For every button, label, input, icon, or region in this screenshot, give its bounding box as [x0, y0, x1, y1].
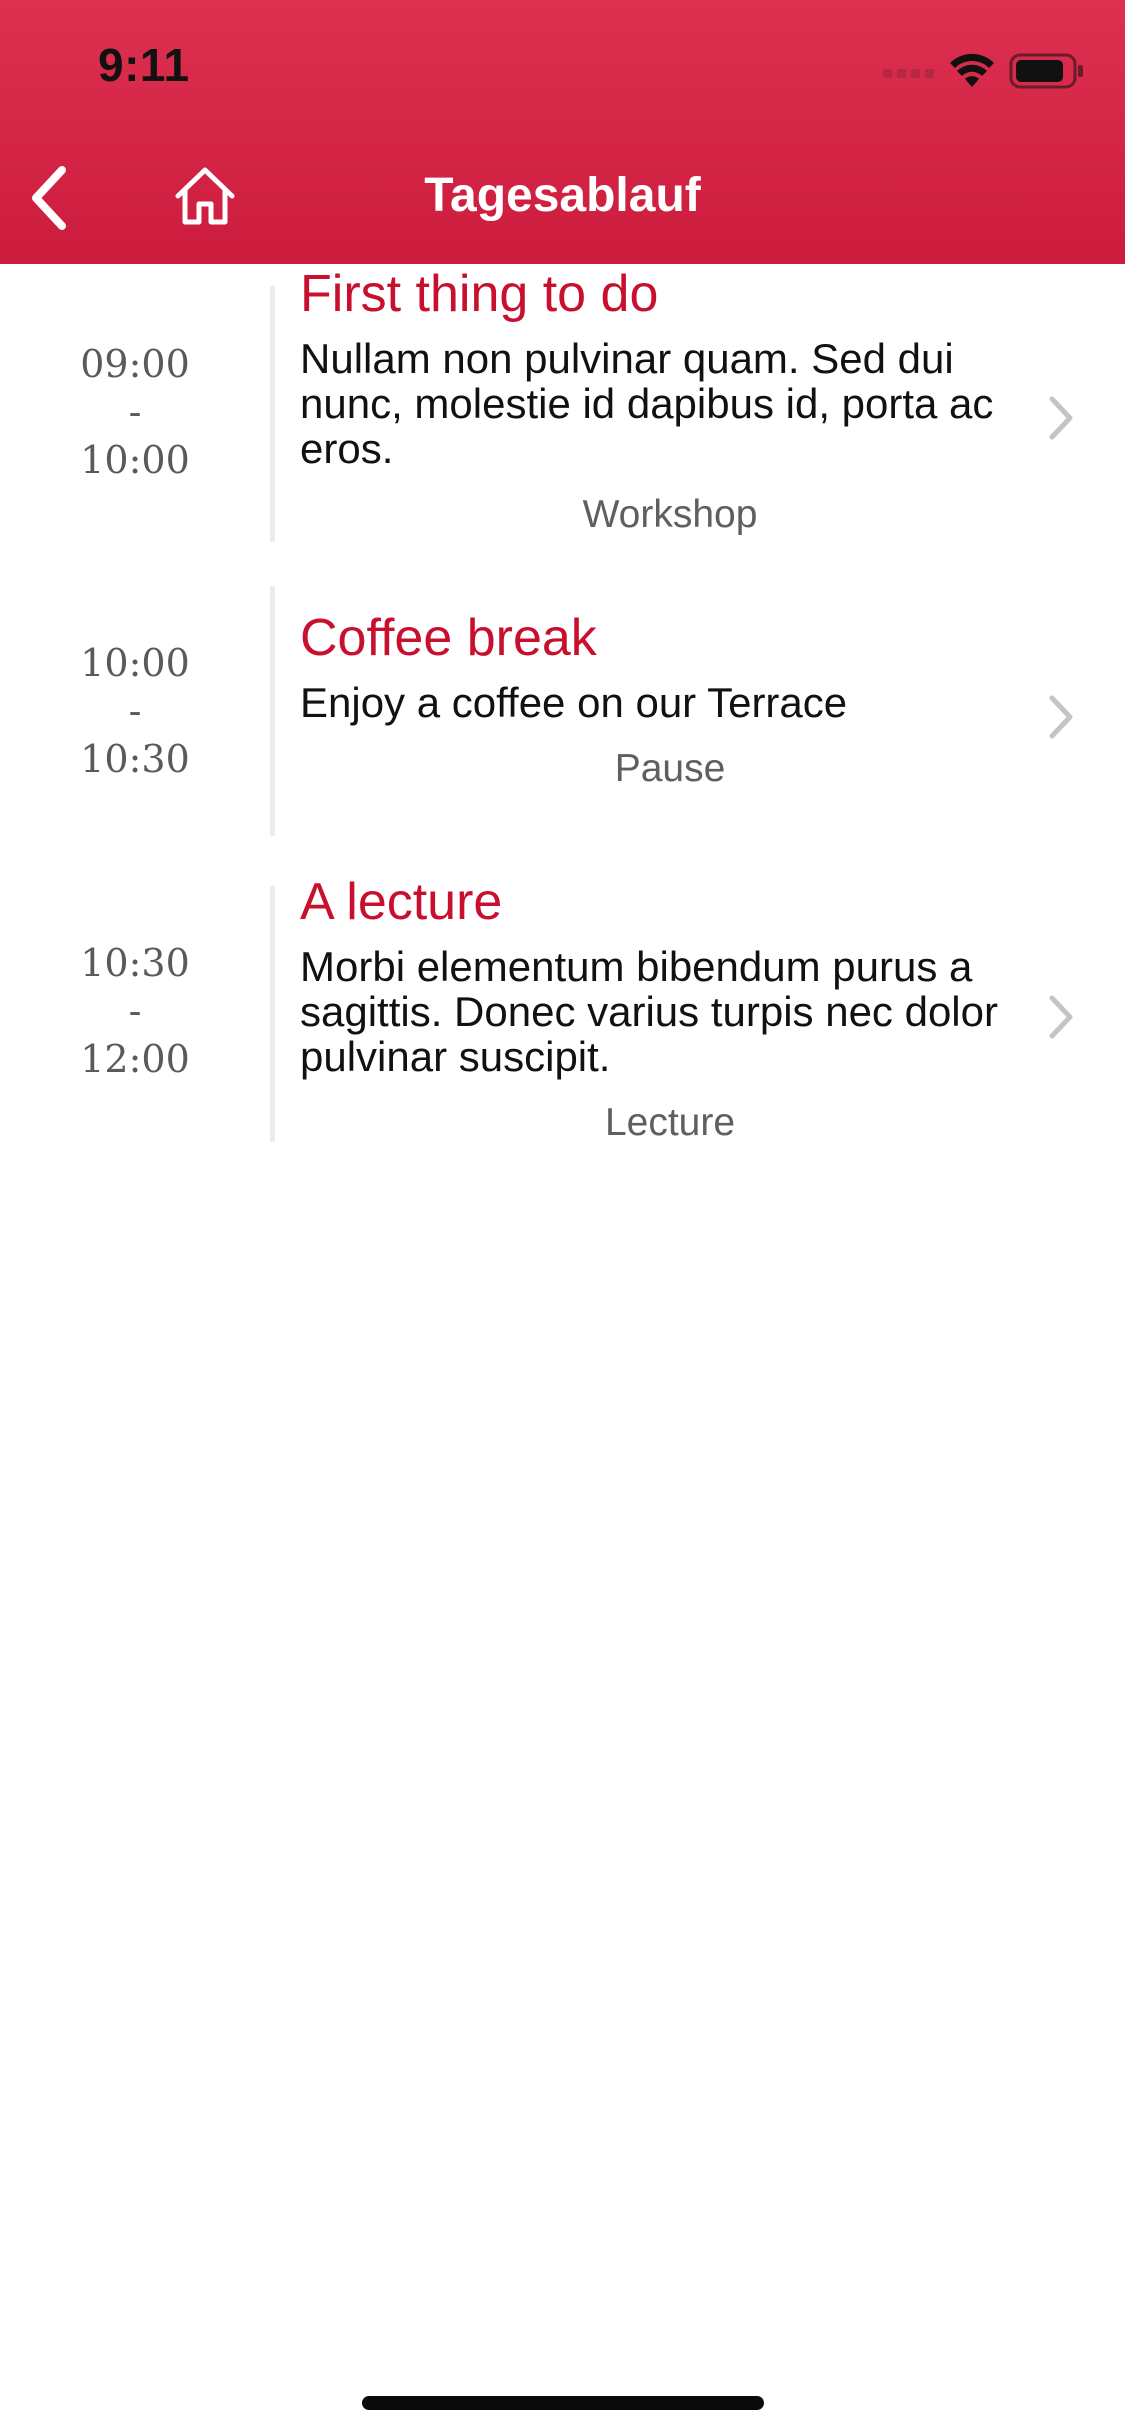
- schedule-item[interactable]: 10:30 - 12:00 A lecture Morbi elementum …: [0, 864, 1125, 1164]
- item-content: A lecture Morbi elementum bibendum purus…: [300, 872, 1040, 1147]
- item-category: Lecture: [604, 1101, 736, 1144]
- status-icons: [883, 48, 1085, 94]
- status-time: 9:11: [98, 39, 190, 91]
- schedule-item[interactable]: 09:00 - 10:00 First thing to do Nullam n…: [0, 264, 1125, 564]
- time-range: 09:00 - 10:00: [40, 340, 230, 484]
- start-time: 09:00: [80, 342, 190, 386]
- timeline-divider: [270, 886, 275, 1142]
- start-time: 10:00: [80, 641, 190, 685]
- item-category: Pause: [614, 747, 726, 790]
- time-separator: -: [128, 689, 142, 733]
- item-description: Enjoy a coffee on our Terrace: [300, 679, 848, 726]
- page-title: Tagesablauf: [424, 169, 701, 222]
- wifi-icon: [950, 53, 994, 87]
- end-time: 12:00: [80, 1037, 190, 1081]
- time-range: 10:00 - 10:30: [40, 639, 230, 783]
- item-content: First thing to do Nullam non pulvinar qu…: [300, 264, 1040, 539]
- item-title: A lecture: [300, 873, 503, 931]
- time-separator: -: [128, 390, 142, 434]
- end-time: 10:00: [80, 438, 190, 482]
- chevron-right-icon: [1049, 695, 1073, 739]
- end-time: 10:30: [80, 737, 190, 781]
- timeline-divider: [270, 586, 275, 836]
- item-description: Nullam non pulvinar quam. Sed dui nunc, …: [300, 335, 994, 472]
- item-title: Coffee break: [300, 609, 597, 667]
- home-indicator[interactable]: [362, 2396, 764, 2410]
- chevron-right-icon: [1049, 396, 1073, 440]
- item-content: Coffee break Enjoy a coffee on our Terra…: [300, 608, 1040, 793]
- item-title: First thing to do: [300, 265, 659, 323]
- header-bar: 9:11 Tagesablauf: [0, 0, 1125, 264]
- item-description: Morbi elementum bibendum purus a sagitti…: [300, 943, 998, 1080]
- chevron-right-icon: [1049, 995, 1073, 1039]
- timeline-divider: [270, 286, 275, 542]
- item-category: Workshop: [582, 493, 758, 536]
- battery-icon: [1009, 53, 1083, 89]
- cellular-signal-icon: [883, 69, 934, 78]
- time-separator: -: [128, 989, 142, 1033]
- schedule-item[interactable]: 10:00 - 10:30 Coffee break Enjoy a coffe…: [0, 564, 1125, 836]
- time-range: 10:30 - 12:00: [40, 939, 230, 1083]
- start-time: 10:30: [80, 941, 190, 985]
